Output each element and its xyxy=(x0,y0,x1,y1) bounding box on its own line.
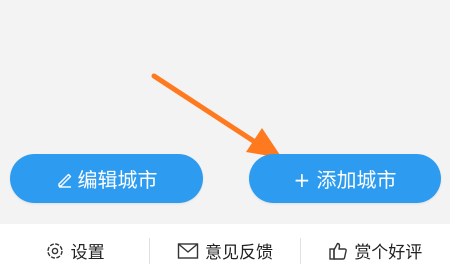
settings-button[interactable]: 设置 xyxy=(0,224,149,277)
thumbs-up-icon xyxy=(328,241,348,261)
rate-label: 赏个好评 xyxy=(354,243,423,263)
rate-button[interactable]: 赏个好评 xyxy=(301,224,450,277)
envelope-icon xyxy=(177,242,199,260)
feedback-label: 意见反馈 xyxy=(204,243,273,263)
pencil-icon xyxy=(56,170,74,188)
feedback-button[interactable]: 意见反馈 xyxy=(150,224,299,277)
edit-city-button[interactable]: 编辑城市 xyxy=(10,154,203,203)
bottom-toolbar: 设置 意见反馈 赏个好评 xyxy=(0,224,450,277)
add-city-label: + 添加城市 xyxy=(293,168,397,192)
add-city-button[interactable]: + 添加城市 xyxy=(249,154,441,203)
gear-icon xyxy=(45,241,65,261)
edit-city-label: 编辑城市 xyxy=(77,168,158,192)
settings-label: 设置 xyxy=(70,243,105,263)
